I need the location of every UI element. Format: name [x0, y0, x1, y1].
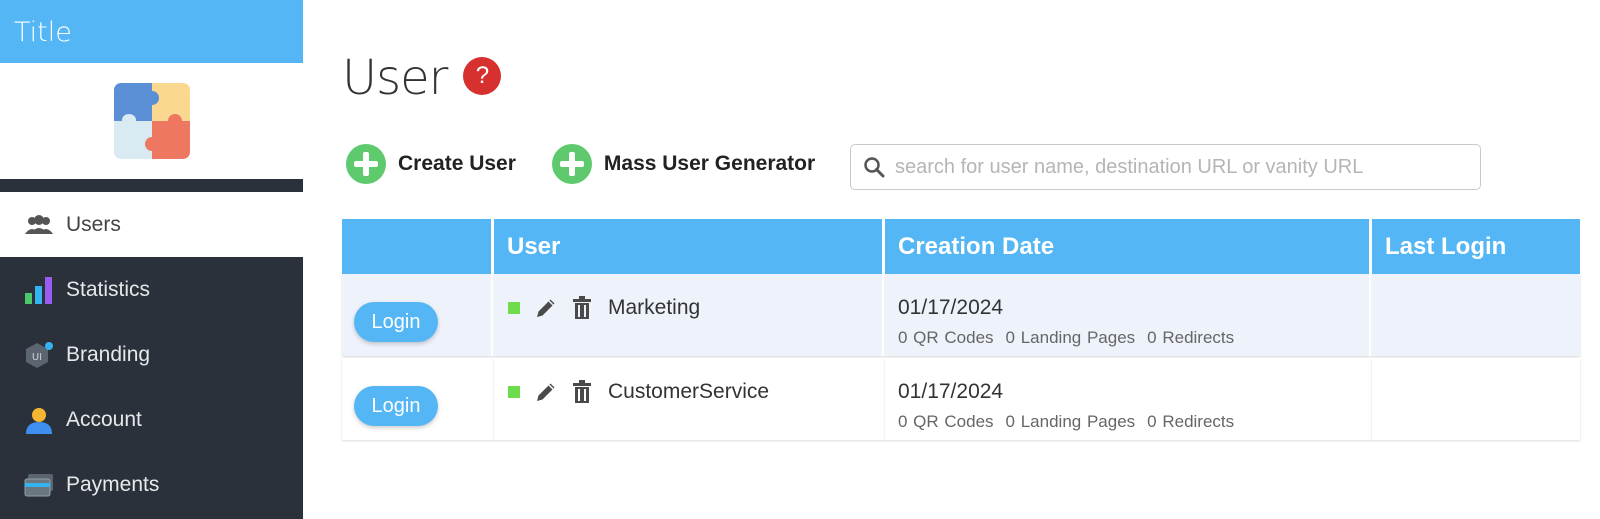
page-title: User: [342, 50, 448, 106]
person-icon: [24, 405, 54, 435]
table-row: Login CustomerService 01/17/2024 0 QR Co…: [342, 358, 1584, 442]
sidebar-item-payments[interactable]: Payments: [0, 452, 303, 517]
bar-chart-icon: [24, 275, 54, 305]
status-indicator: [508, 386, 520, 398]
search-box: [850, 144, 1481, 190]
user-stats: 0 QR Codes 0 Landing Pages 0 Redirects: [898, 412, 1246, 432]
create-user-button[interactable]: Create User: [346, 144, 516, 184]
sidebar-item-users[interactable]: Users: [0, 192, 303, 257]
toolbar: Create User Mass User Generator: [346, 144, 851, 184]
sidebar-item-statistics[interactable]: Statistics: [0, 257, 303, 322]
sidebar-item-label: Statistics: [66, 277, 151, 301]
login-button[interactable]: Login: [354, 302, 438, 342]
sidebar-item-account[interactable]: Account: [0, 387, 303, 452]
trash-icon[interactable]: [572, 296, 592, 320]
user-name: CustomerService: [608, 380, 770, 403]
last-login-cell: [1372, 358, 1580, 440]
branding-icon: UI: [24, 340, 54, 370]
qr-code-count: 0 QR Codes: [898, 412, 994, 431]
landing-page-count: 0 Landing Pages: [1005, 412, 1136, 431]
sidebar-item-branding[interactable]: UI Branding: [0, 322, 303, 387]
add-circle-icon: [551, 144, 592, 184]
sidebar-item-label: Payments: [66, 472, 160, 496]
sidebar: Title Users Statistics UI Branding Accou…: [0, 0, 303, 519]
create-user-label: Create User: [398, 152, 516, 175]
user-stats: 0 QR Codes 0 Landing Pages 0 Redirects: [898, 328, 1246, 348]
page-header: User ?: [342, 50, 502, 106]
status-indicator: [508, 302, 520, 314]
credit-card-icon: [24, 470, 54, 500]
column-header-actions: [342, 219, 494, 274]
column-header-creation-date[interactable]: Creation Date: [885, 219, 1372, 274]
qr-code-count: 0 QR Codes: [898, 328, 994, 347]
redirect-count: 0 Redirects: [1147, 328, 1235, 347]
pencil-icon[interactable]: [534, 380, 558, 404]
trash-icon[interactable]: [572, 380, 592, 404]
app-title: Title: [0, 0, 303, 63]
last-login-cell: [1372, 274, 1580, 356]
mass-user-generator-button[interactable]: Mass User Generator: [551, 144, 816, 184]
search-icon: [864, 157, 885, 178]
table-row: Login Marketing 01/17/2024 0 QR Codes 0 L…: [342, 274, 1584, 358]
users-icon: [24, 210, 54, 240]
pencil-icon[interactable]: [534, 296, 558, 320]
mass-user-generator-label: Mass User Generator: [603, 152, 816, 175]
logo-area: [0, 63, 303, 179]
search-input[interactable]: [895, 155, 1455, 179]
column-header-user[interactable]: User: [494, 219, 885, 274]
redirect-count: 0 Redirects: [1147, 412, 1235, 431]
creation-date: 01/17/2024: [898, 380, 1004, 403]
login-button[interactable]: Login: [354, 386, 438, 426]
sidebar-item-label: Branding: [66, 342, 151, 366]
landing-page-count: 0 Landing Pages: [1005, 328, 1136, 347]
help-icon[interactable]: ?: [463, 57, 502, 95]
sidebar-item-label: Users: [66, 212, 121, 236]
creation-date: 01/17/2024: [898, 296, 1004, 319]
svg-text:UI: UI: [32, 352, 42, 363]
table-header: User Creation Date Last Login: [342, 219, 1584, 274]
puzzle-logo-icon: [113, 83, 190, 159]
add-circle-icon: [346, 144, 386, 184]
sidebar-item-label: Account: [66, 407, 142, 431]
users-table: User Creation Date Last Login Login Mark…: [342, 219, 1584, 442]
column-header-last-login[interactable]: Last Login: [1372, 219, 1580, 274]
user-name: Marketing: [608, 296, 701, 319]
